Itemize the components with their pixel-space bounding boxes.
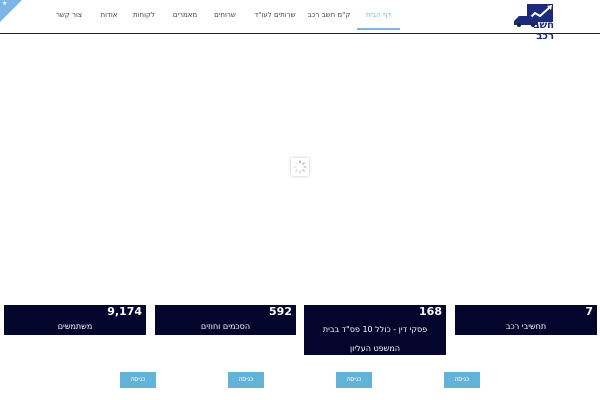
- stat-card-users: 9,174 משתמשים: [4, 305, 146, 335]
- nav-item-home[interactable]: דף הבית: [357, 0, 400, 30]
- nav-item-lawyer-services[interactable]: שרותים לעו"ד: [250, 0, 300, 30]
- stat-label: תחשיבי רכב: [505, 322, 547, 331]
- enter-button[interactable]: כניסה: [336, 372, 372, 388]
- site-header: ★ צור קשר אודות לקוחות מאמרים שרותים שרו…: [0, 0, 600, 42]
- stat-value: 7: [585, 305, 593, 318]
- spinner-icon: [293, 160, 307, 174]
- stat-value: 168: [419, 305, 442, 318]
- enter-button[interactable]: כניסה: [120, 372, 156, 388]
- nav-item-km[interactable]: ק"מ חשב רכב: [306, 0, 352, 30]
- star-icon: ★: [2, 0, 8, 7]
- enter-button[interactable]: כניסה: [228, 372, 264, 388]
- nav-item-contact[interactable]: צור קשר: [54, 0, 84, 30]
- logo-text: חשב רכב: [533, 20, 554, 42]
- stat-label: פסקי דין - כולל 10 פס"ד בבית המשפט העליו…: [322, 325, 428, 353]
- stat-card-rulings: 168 פסקי דין - כולל 10 פס"ד בבית המשפט ה…: [304, 305, 446, 355]
- nav-item-services[interactable]: שרותים: [210, 0, 240, 30]
- stat-value: 9,174: [107, 305, 142, 318]
- enter-button[interactable]: כניסה: [444, 372, 480, 388]
- stat-label: הסכמים וחוזים: [200, 322, 251, 331]
- nav-item-clients[interactable]: לקוחות: [129, 0, 159, 30]
- nav-item-about[interactable]: אודות: [94, 0, 124, 30]
- loading-spinner: [291, 158, 309, 176]
- stat-value: 592: [269, 305, 292, 318]
- stat-card-agreements: 592 הסכמים וחוזים: [155, 305, 296, 335]
- stat-label: משתמשים: [57, 322, 93, 331]
- nav-item-articles[interactable]: מאמרים: [168, 0, 202, 30]
- stat-card-car-calculations: 7 תחשיבי רכב: [455, 305, 597, 335]
